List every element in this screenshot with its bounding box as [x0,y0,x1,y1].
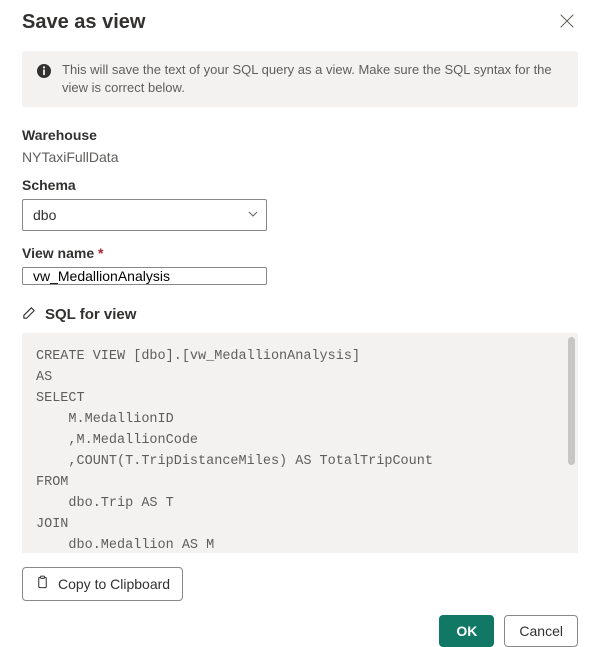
scrollbar-thumb[interactable] [568,337,575,465]
dialog-header: Save as view [22,10,578,43]
warehouse-label: Warehouse [22,127,578,143]
view-name-label: View name * [22,245,578,261]
save-as-view-dialog: Save as view This will save the text of … [0,0,600,633]
schema-select-input[interactable] [22,199,267,231]
schema-label: Schema [22,177,578,193]
sql-header: SQL for view [22,305,578,323]
dialog-footer: OK Cancel [22,601,578,647]
sql-preview[interactable]: CREATE VIEW [dbo].[vw_MedallionAnalysis]… [22,333,578,553]
schema-select[interactable] [22,199,267,231]
sql-header-label: SQL for view [45,306,136,323]
cancel-button[interactable]: Cancel [504,615,578,647]
info-banner: This will save the text of your SQL quer… [22,51,578,107]
ok-button[interactable]: OK [439,615,494,647]
info-icon [36,63,52,82]
info-text: This will save the text of your SQL quer… [62,61,564,97]
required-marker: * [98,245,103,261]
view-name-input[interactable] [22,267,267,285]
sql-preview-container: CREATE VIEW [dbo].[vw_MedallionAnalysis]… [22,333,578,553]
copy-to-clipboard-button[interactable]: Copy to Clipboard [22,567,183,601]
dialog-title: Save as view [22,11,145,34]
pencil-icon [22,305,37,323]
warehouse-value: NYTaxiFullData [22,149,578,165]
clipboard-icon [35,575,50,593]
close-icon [560,14,574,31]
copy-button-label: Copy to Clipboard [58,576,170,592]
close-button[interactable] [556,10,578,35]
